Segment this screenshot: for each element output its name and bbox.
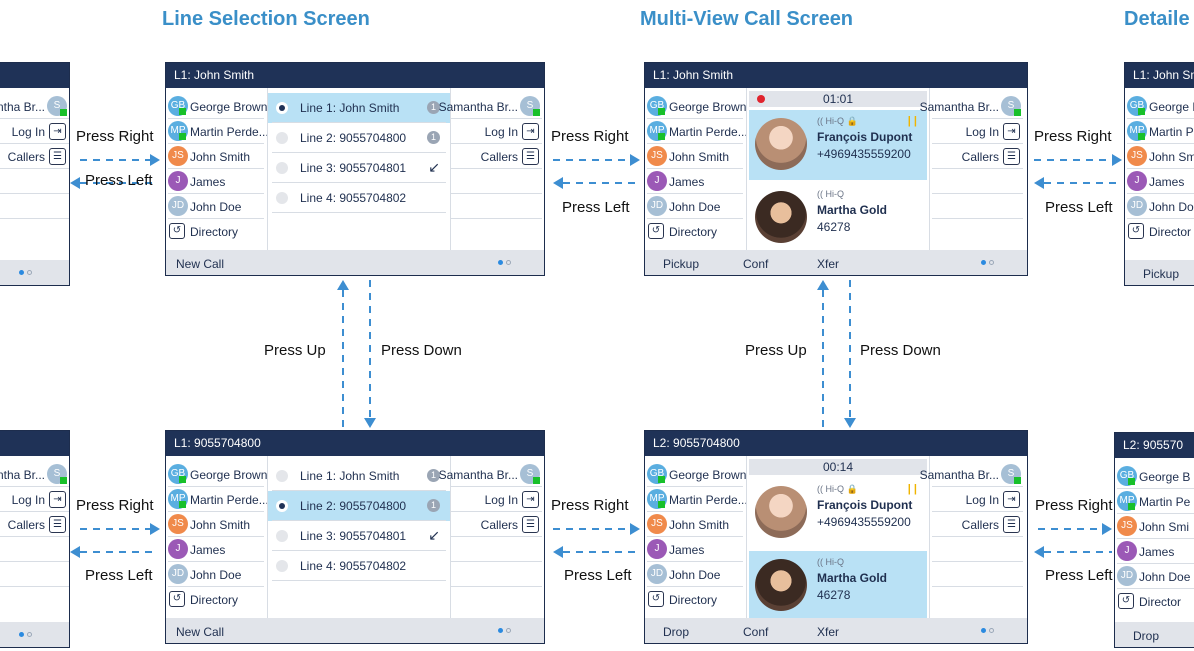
press-right-label: Press Right bbox=[76, 128, 154, 145]
press-down-label: Press Down bbox=[381, 342, 462, 359]
press-left-label: Press Left bbox=[85, 567, 153, 584]
arrow-down-head bbox=[844, 418, 856, 428]
press-right-label: Press Right bbox=[1034, 128, 1112, 145]
press-right-label: Press Right bbox=[551, 497, 629, 514]
press-right-label: Press Right bbox=[76, 497, 154, 514]
arrow-left-head bbox=[553, 546, 563, 558]
press-left-label: Press Left bbox=[1045, 199, 1113, 216]
navigation-arrows bbox=[70, 154, 1122, 558]
press-left-label: Press Left bbox=[1045, 567, 1113, 584]
arrow-right-head bbox=[630, 154, 640, 166]
arrow-right-head bbox=[150, 523, 160, 535]
arrow-right-head bbox=[1112, 154, 1122, 166]
press-down-label: Press Down bbox=[860, 342, 941, 359]
arrow-down-head bbox=[364, 418, 376, 428]
arrow-left-head bbox=[70, 177, 80, 189]
press-left-label: Press Left bbox=[564, 567, 632, 584]
arrow-left-head bbox=[70, 546, 80, 558]
press-up-label: Press Up bbox=[264, 342, 326, 359]
arrow-up-head bbox=[817, 280, 829, 290]
press-left-label: Press Left bbox=[562, 199, 630, 216]
press-right-label: Press Right bbox=[551, 128, 629, 145]
arrow-right-head bbox=[630, 523, 640, 535]
arrow-left-head bbox=[1034, 546, 1044, 558]
arrow-up-head bbox=[337, 280, 349, 290]
press-right-label: Press Right bbox=[1035, 497, 1113, 514]
arrow-right-head bbox=[150, 154, 160, 166]
arrow-left-head bbox=[553, 177, 563, 189]
press-up-label: Press Up bbox=[745, 342, 807, 359]
arrow-left-head bbox=[1034, 177, 1044, 189]
press-left-label: Press Left bbox=[85, 172, 153, 189]
arrow-right-head bbox=[1102, 523, 1112, 535]
